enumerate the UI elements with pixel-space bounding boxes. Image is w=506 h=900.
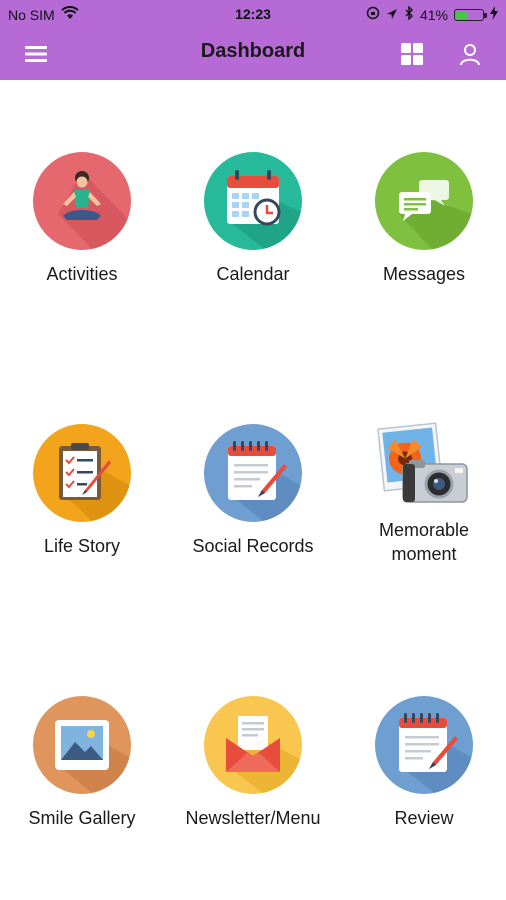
envelope-icon <box>204 696 302 794</box>
tile-label: Activities <box>46 264 118 284</box>
user-icon <box>460 44 480 66</box>
tile-memorable-moment[interactable]: Memorable moment <box>339 418 506 566</box>
tile-calendar[interactable]: Calendar <box>168 152 338 286</box>
battery-icon <box>454 8 487 21</box>
tile-newsletter-menu[interactable]: Newsletter/Menu <box>168 696 338 830</box>
tile-life-story[interactable]: Life Story <box>0 424 167 558</box>
tile-review[interactable]: Review <box>339 696 506 830</box>
notepad-pen-icon <box>375 696 473 794</box>
bluetooth-icon <box>404 5 414 23</box>
battery-level-fill <box>456 10 468 19</box>
navigation-bar: Dashboard <box>0 28 506 80</box>
profile-button[interactable] <box>454 38 486 70</box>
location-icon <box>386 7 398 23</box>
grid-view-button[interactable] <box>396 38 428 70</box>
tile-label: Review <box>394 808 454 828</box>
checklist-icon <box>33 424 131 522</box>
grid-icon <box>401 43 423 65</box>
yoga-icon <box>33 152 131 250</box>
tile-label: Life Story <box>43 536 121 556</box>
tile-smile-gallery[interactable]: Smile Gallery <box>0 696 167 830</box>
chat-icon <box>375 152 473 250</box>
tile-label: Newsletter/Menu <box>185 808 321 828</box>
battery-percent: 41% <box>419 6 448 23</box>
tile-label: Messages <box>382 264 466 284</box>
tile-messages[interactable]: Messages <box>339 152 506 286</box>
charging-icon <box>490 6 498 23</box>
notepad-pen-icon <box>204 424 302 522</box>
tile-label: Memorable moment <box>378 520 470 564</box>
page-title: Dashboard <box>200 40 306 62</box>
calendar-icon <box>204 152 302 250</box>
tile-label: Calendar <box>216 264 290 284</box>
tile-social-records[interactable]: Social Records <box>168 424 338 558</box>
status-bar: No SIM 12:23 41% <box>0 0 506 28</box>
tile-activities[interactable]: Activities <box>0 152 167 286</box>
tile-label: Smile Gallery <box>28 808 136 828</box>
tile-label: Social Records <box>192 536 314 556</box>
picture-icon <box>33 696 131 794</box>
lock-rotation-icon <box>366 6 380 23</box>
camera-photo-icon <box>375 418 473 516</box>
